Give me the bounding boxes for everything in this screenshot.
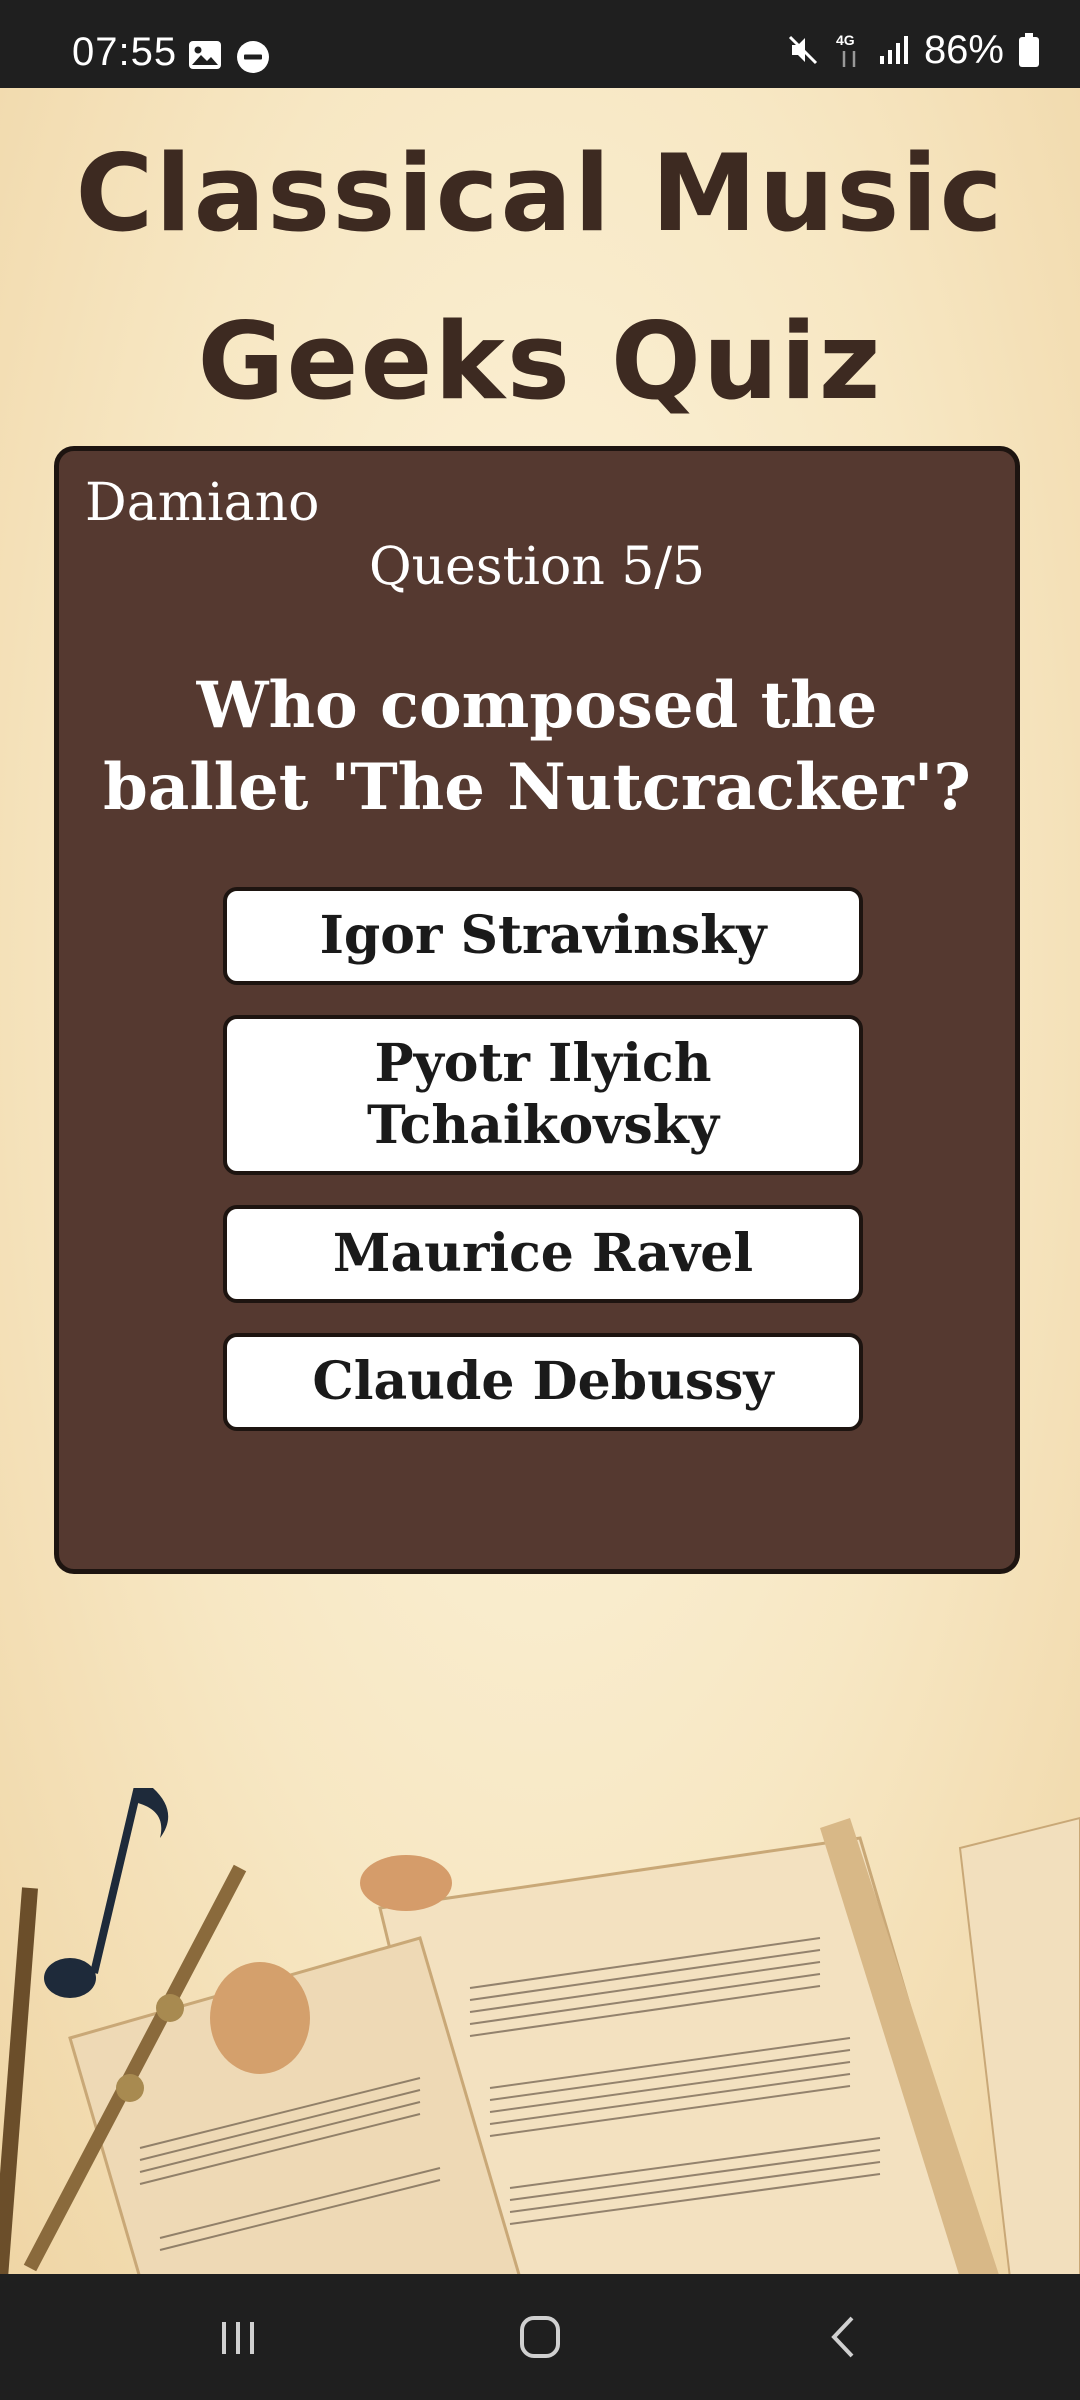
question-counter: Question 5/5 xyxy=(368,537,706,597)
status-right-group: 4G 86% xyxy=(786,27,1040,72)
status-time: 07:55 xyxy=(72,30,178,74)
home-icon[interactable] xyxy=(510,2312,570,2362)
answer-button-tchaikovsky[interactable]: Pyotr Ilyich Tchaikovsky xyxy=(223,1015,863,1175)
status-bar: 07:55 4G 86% xyxy=(0,0,1080,88)
signal-icon xyxy=(879,36,908,64)
back-icon[interactable] xyxy=(814,2312,874,2362)
question-text: Who composed the ballet 'The Nutcracker'… xyxy=(103,668,971,825)
answer-button-debussy[interactable]: Claude Debussy xyxy=(223,1333,863,1431)
recent-apps-icon[interactable] xyxy=(208,2312,268,2362)
answer-button-ravel[interactable]: Maurice Ravel xyxy=(223,1205,863,1303)
gallery-icon xyxy=(189,41,221,69)
answer-list: Igor Stravinsky Pyotr Ilyich Tchaikovsky… xyxy=(223,887,863,1461)
player-name: Damiano xyxy=(85,473,320,533)
battery-percentage: 86% xyxy=(923,27,1004,72)
answer-button-stravinsky[interactable]: Igor Stravinsky xyxy=(223,887,863,985)
4g-data-icon: 4G xyxy=(836,32,856,67)
navigation-bar xyxy=(0,2274,1080,2400)
do-not-disturb-icon xyxy=(237,41,269,73)
quiz-card: Damiano Question 5/5 Who composed the ba… xyxy=(54,446,1020,1574)
mute-icon xyxy=(788,35,817,65)
battery-icon xyxy=(1019,33,1039,67)
svg-text:4G: 4G xyxy=(836,32,855,48)
sheet-music-illustration xyxy=(0,1788,1080,2274)
page-title: Classical Music Geeks Quiz xyxy=(75,132,1005,423)
